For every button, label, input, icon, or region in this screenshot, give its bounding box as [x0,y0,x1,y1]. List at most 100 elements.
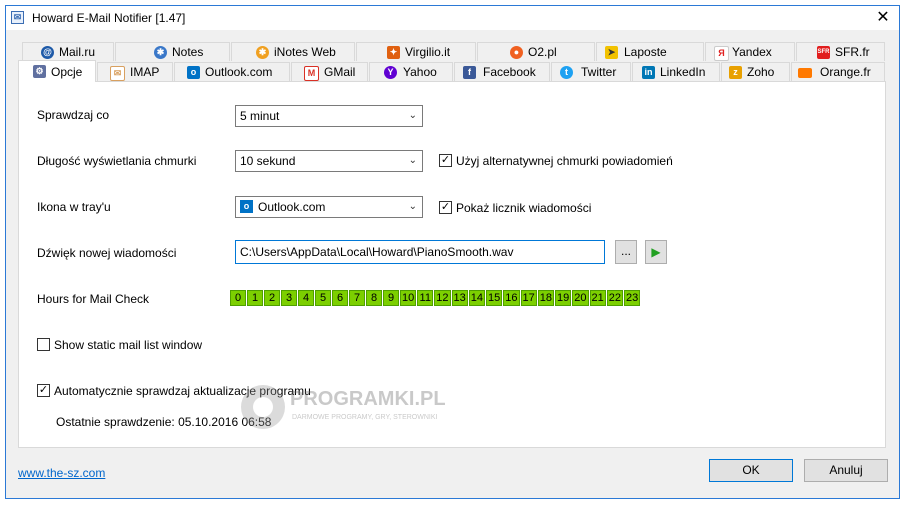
hour-toggle[interactable]: 2 [264,290,280,306]
outlook-icon: o [240,200,253,213]
envelope-icon: ✉ [110,66,125,81]
website-link[interactable]: www.the-sz.com [18,466,105,480]
tab-label: Opcje [51,65,83,79]
hour-toggle[interactable]: 8 [366,290,382,306]
window-title: Howard E-Mail Notifier [1.47] [32,11,186,25]
alt-popup-checkbox[interactable]: ✓ [439,154,452,167]
gmail-icon: M [304,66,319,81]
popup-duration-value: 10 sekund [240,154,296,168]
hour-toggle[interactable]: 16 [503,290,520,306]
show-counter-checkbox[interactable]: ✓ [439,201,452,214]
notes-icon: ✱ [154,46,167,59]
auto-update-checkbox[interactable]: ✓ [37,384,50,397]
tab-orange[interactable]: Orange.fr [791,62,885,81]
chevron-down-icon: ⌄ [408,201,417,212]
chevron-down-icon: ⌄ [408,110,417,121]
alt-popup-label: Użyj alternatywnej chmurki powiadomień [456,154,673,168]
tab-gmail[interactable]: M GMail [291,62,368,81]
hour-toggle[interactable]: 15 [486,290,503,306]
tab-label: Twitter [581,65,617,79]
tab-linkedin[interactable]: in LinkedIn [632,62,720,81]
tab-row-bottom: ⚙ Opcje ✉ IMAP o Outlook.com M GMail Y Y… [10,60,885,82]
tab-yandex[interactable]: Я Yandex [705,42,795,61]
tab-imap[interactable]: ✉ IMAP [97,62,173,81]
browse-button[interactable]: ... [615,240,637,264]
hour-toggle[interactable]: 21 [589,290,606,306]
tab-sfr[interactable]: SFR SFR.fr [796,42,885,61]
tab-mailru[interactable]: @ Mail.ru [22,42,114,61]
hour-toggle[interactable]: 13 [451,290,468,306]
title-bar: ✉ Howard E-Mail Notifier [1.47] ✕ [6,6,899,30]
tab-opcje[interactable]: ⚙ Opcje [18,60,96,82]
tab-label: Mail.ru [59,45,96,59]
close-button[interactable]: ✕ [873,8,893,28]
cancel-button[interactable]: Anuluj [804,459,888,482]
outlook-icon: o [187,66,200,79]
twitter-icon: t [560,66,573,79]
tab-inotes-web[interactable]: ✱ iNotes Web [231,42,355,61]
tab-notes[interactable]: ✱ Notes [115,42,230,61]
tab-label: Yandex [732,45,772,59]
laposte-icon: ➤ [605,46,618,59]
tab-label: Notes [172,45,204,59]
hour-toggle[interactable]: 10 [400,290,417,306]
check-interval-value: 5 minut [240,109,280,123]
tab-row-top: @ Mail.ru ✱ Notes ✱ iNotes Web ✦ Virgili… [10,42,885,62]
hour-toggle[interactable]: 6 [332,290,348,306]
tab-label: GMail [324,65,356,79]
yahoo-icon: Y [384,66,397,79]
virgilio-icon: ✦ [387,46,400,59]
hour-toggle[interactable]: 3 [281,290,297,306]
hour-toggle[interactable]: 11 [417,290,434,306]
tab-outlook[interactable]: o Outlook.com [174,62,290,81]
tab-laposte[interactable]: ➤ Laposte [596,42,704,61]
tab-facebook[interactable]: f Facebook [454,62,550,81]
popup-duration-select[interactable]: 10 sekund ⌄ [235,150,423,172]
tab-virgilio[interactable]: ✦ Virgilio.it [356,42,476,61]
orange-icon [798,68,812,78]
check-interval-select[interactable]: 5 minut ⌄ [235,105,423,127]
watermark: PROGRAMKI.PL DARMOWE PROGRAMY, GRY, STER… [238,382,458,432]
tab-zoho[interactable]: z Zoho [721,62,790,81]
sound-path-input[interactable]: C:\Users\AppData\Local\Howard\PianoSmoot… [235,240,605,264]
hour-toggle[interactable]: 9 [383,290,399,306]
hour-toggle[interactable]: 4 [298,290,314,306]
chevron-down-icon: ⌄ [408,155,417,166]
tab-label: Yahoo [403,65,437,79]
ok-button[interactable]: OK [709,459,793,482]
check-interval-label: Sprawdzaj co [37,108,110,122]
tab-o2[interactable]: ● O2.pl [477,42,595,61]
hour-toggle[interactable]: 22 [606,290,623,306]
tray-icon-select[interactable]: o Outlook.com ⌄ [235,196,423,218]
hour-toggle[interactable]: 7 [349,290,365,306]
tab-label: Outlook.com [205,65,273,79]
hour-toggle[interactable]: 18 [537,290,554,306]
inotes-icon: ✱ [256,46,269,59]
hour-toggle[interactable]: 12 [434,290,451,306]
hour-toggle[interactable]: 17 [520,290,537,306]
hour-toggle[interactable]: 20 [572,290,589,306]
play-icon: ▶ [651,245,661,259]
tab-label: O2.pl [528,45,557,59]
zoho-icon: z [729,66,742,79]
tab-label: Laposte [624,45,667,59]
hour-toggle[interactable]: 14 [468,290,485,306]
hour-toggle[interactable]: 19 [555,290,572,306]
hours-label: Hours for Mail Check [37,292,150,306]
tab-label: Orange.fr [820,65,871,79]
hour-toggle[interactable]: 5 [315,290,331,306]
static-list-label: Show static mail list window [54,338,203,352]
app-icon: ✉ [11,11,24,24]
hours-selector: 0 1 2 3 4 5 6 7 8 9 10 11 12 13 14 15 16 17 18 19 20 21 22 23 [230,290,641,306]
options-icon: ⚙ [33,65,46,78]
tab-label: Zoho [747,65,775,79]
tab-twitter[interactable]: t Twitter [551,62,631,81]
hour-toggle[interactable]: 0 [230,290,246,306]
play-button[interactable]: ▶ [645,240,667,264]
tray-icon-value: Outlook.com [258,200,326,214]
hour-toggle[interactable]: 1 [247,290,263,306]
tab-yahoo[interactable]: Y Yahoo [369,62,453,81]
hour-toggle[interactable]: 23 [624,290,641,306]
watermark-text: PROGRAMKI.PL [290,388,446,410]
static-list-checkbox[interactable] [37,338,50,351]
